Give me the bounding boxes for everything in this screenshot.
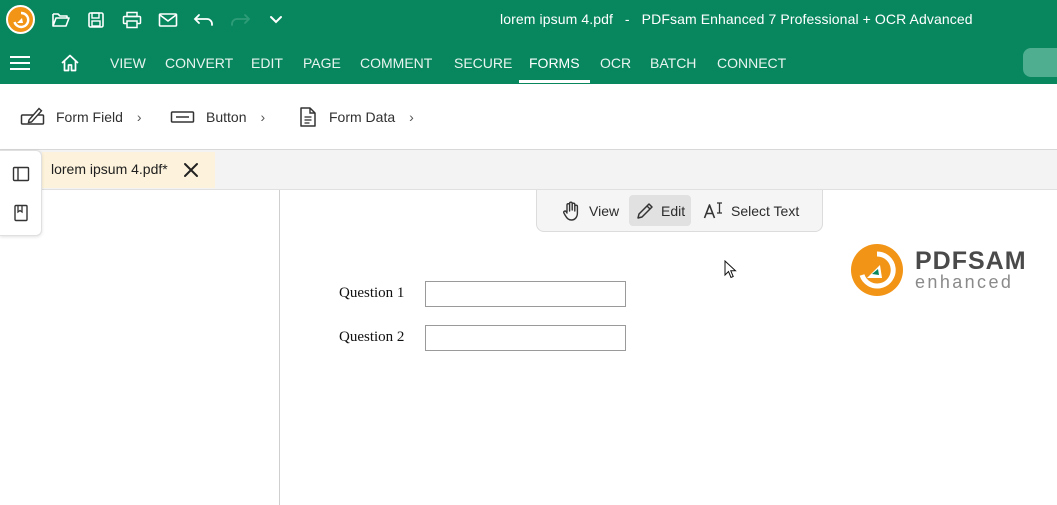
brand-tagline: enhanced (915, 272, 1014, 292)
left-sidebar-panel (0, 190, 280, 505)
interaction-mode-bar: View Edit Select Text (536, 190, 823, 232)
form-data-icon (300, 107, 316, 127)
question-2-label: Question 2 (339, 329, 405, 345)
select-text-icon (703, 201, 722, 218)
side-toolbar (0, 150, 42, 236)
menu-convert[interactable]: CONVERT (165, 55, 233, 71)
chevron-right-icon: › (136, 109, 142, 125)
edit-mode-button[interactable]: Edit (629, 195, 692, 226)
menu-connect[interactable]: CONNECT (717, 55, 786, 71)
document-canvas[interactable] (280, 190, 1057, 505)
question-1-label: Question 1 (339, 285, 405, 301)
form-data-label: Form Data (329, 109, 396, 125)
menu-view[interactable]: VIEW (110, 55, 146, 71)
view-mode-button[interactable]: View (555, 195, 625, 226)
view-mode-label: View (589, 202, 620, 219)
search-box[interactable] (1023, 48, 1057, 77)
button-label: Button (206, 109, 247, 125)
pdfsam-window: lorem ipsum 4.pdf - PDFsam Enhanced 7 Pr… (0, 0, 1057, 505)
form-field-button[interactable]: Form Field › (20, 104, 142, 130)
button-icon (170, 111, 195, 123)
pencil-icon (637, 202, 653, 219)
open-folder-icon[interactable] (49, 8, 73, 32)
select-text-mode-label: Select Text (731, 202, 800, 219)
form-field-label: Form Field (56, 109, 123, 125)
chevron-right-icon: › (260, 109, 266, 125)
button-tool-button[interactable]: Button › (170, 104, 265, 130)
menu-comment[interactable]: COMMENT (360, 55, 432, 71)
save-icon[interactable] (84, 8, 108, 32)
app-logo-icon[interactable] (6, 5, 35, 34)
brand-wordmark-pdf: PDF (915, 247, 968, 275)
select-text-mode-button[interactable]: Select Text (697, 195, 805, 226)
edit-mode-label: Edit (661, 202, 686, 219)
chevron-down-icon[interactable] (264, 8, 288, 32)
pdfsam-enhanced-logo: PDFSAM enhanced (851, 243, 1031, 297)
print-icon[interactable] (120, 8, 144, 32)
mail-icon[interactable] (156, 8, 180, 32)
question-1-field[interactable] (425, 281, 626, 307)
menu-secure[interactable]: SECURE (454, 55, 512, 71)
close-icon[interactable] (182, 161, 200, 179)
brand-wordmark-sam: SAM (968, 247, 1027, 275)
menu-batch[interactable]: BATCH (650, 55, 696, 71)
menu-edit[interactable]: EDIT (251, 55, 283, 71)
active-menu-indicator (519, 80, 590, 83)
window-title: lorem ipsum 4.pdf - PDFsam Enhanced 7 Pr… (500, 11, 973, 27)
menu-ocr[interactable]: OCR (600, 55, 631, 71)
title-bar: lorem ipsum 4.pdf - PDFsam Enhanced 7 Pr… (0, 0, 1057, 40)
redo-icon[interactable] (228, 8, 252, 32)
forms-ribbon: Form Field › Button › Form Data › (0, 84, 1057, 150)
pdfsam-logo-icon (851, 244, 903, 296)
mouse-cursor-icon (724, 260, 737, 279)
form-field-icon (20, 107, 45, 125)
home-icon[interactable] (60, 53, 80, 73)
question-2-field[interactable] (425, 325, 626, 351)
hand-icon (563, 201, 579, 221)
form-data-button[interactable]: Form Data › (297, 104, 414, 130)
menu-forms[interactable]: FORMS (529, 55, 580, 71)
sidebar-toggle-icon[interactable] (12, 165, 30, 183)
menu-page[interactable]: PAGE (303, 55, 341, 71)
bookmark-icon[interactable] (12, 204, 30, 222)
document-tab-name: lorem ipsum 4.pdf* (51, 161, 168, 177)
undo-icon[interactable] (192, 8, 216, 32)
hamburger-menu-icon[interactable] (10, 55, 30, 71)
document-tab[interactable]: lorem ipsum 4.pdf* (42, 152, 215, 188)
chevron-right-icon: › (409, 109, 414, 125)
